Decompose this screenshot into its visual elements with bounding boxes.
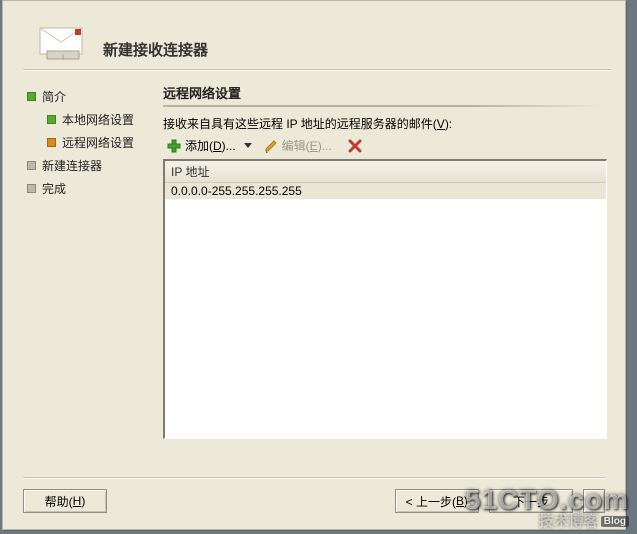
ip-range-list[interactable]: IP 地址 0.0.0.0-255.255.255.255 xyxy=(163,159,607,439)
list-toolbar: 添加(D)... 编辑(E)... xyxy=(163,136,607,159)
plus-icon xyxy=(167,139,181,153)
prompt-label: 接收来自具有这些远程 IP 地址的远程服务器的邮件(V): xyxy=(163,115,607,132)
step-bullet-icon xyxy=(27,161,36,170)
step-intro[interactable]: 简介 xyxy=(27,85,155,108)
step-local-network[interactable]: 本地网络设置 xyxy=(27,108,155,131)
dialog-body: 简介 本地网络设置 远程网络设置 新建连接器 完成 远程网络设置 xyxy=(3,71,625,451)
footer-separator xyxy=(23,477,605,479)
wizard-steps-nav: 简介 本地网络设置 远程网络设置 新建连接器 完成 xyxy=(3,79,163,451)
add-button[interactable]: 添加(D)... xyxy=(163,136,240,155)
dialog-header: 新建接收连接器 xyxy=(3,1,625,71)
step-remote-network[interactable]: 远程网络设置 xyxy=(27,131,155,154)
add-dropdown-caret-icon[interactable] xyxy=(244,143,252,148)
section-title: 远程网络设置 xyxy=(163,79,607,105)
dialog-title: 新建接收连接器 xyxy=(103,39,208,60)
list-column-header[interactable]: IP 地址 xyxy=(165,161,606,183)
header-separator xyxy=(23,69,611,71)
cancel-button[interactable] xyxy=(583,489,605,513)
step-label: 本地网络设置 xyxy=(62,111,134,128)
list-item[interactable]: 0.0.0.0-255.255.255.255 xyxy=(165,183,606,199)
back-button[interactable]: < 上一步(B) xyxy=(395,489,479,513)
help-button[interactable]: 帮助(H) xyxy=(23,489,107,513)
mail-connector-icon xyxy=(39,27,87,61)
next-button[interactable]: 下一步 xyxy=(489,489,573,513)
step-label: 简介 xyxy=(42,88,66,105)
step-label: 新建连接器 xyxy=(42,157,102,174)
pencil-icon xyxy=(264,139,278,153)
step-label: 远程网络设置 xyxy=(62,134,134,151)
page-content: 远程网络设置 接收来自具有这些远程 IP 地址的远程服务器的邮件(V): 添加(… xyxy=(163,79,625,451)
step-label: 完成 xyxy=(42,180,66,197)
edit-button[interactable]: 编辑(E)... xyxy=(260,136,336,155)
x-delete-icon xyxy=(348,139,362,153)
list-empty-area xyxy=(165,199,606,438)
wizard-dialog: 新建接收连接器 简介 本地网络设置 远程网络设置 新建连接器 完成 xyxy=(2,0,626,530)
step-bullet-icon xyxy=(27,92,36,101)
step-finish[interactable]: 完成 xyxy=(27,177,155,200)
delete-button[interactable] xyxy=(344,138,366,154)
step-bullet-icon xyxy=(47,138,56,147)
step-bullet-icon xyxy=(47,115,56,124)
step-bullet-icon xyxy=(27,184,36,193)
section-separator xyxy=(163,105,607,107)
step-create-connector[interactable]: 新建连接器 xyxy=(27,154,155,177)
dialog-footer: 帮助(H) < 上一步(B) 下一步 xyxy=(3,477,625,529)
